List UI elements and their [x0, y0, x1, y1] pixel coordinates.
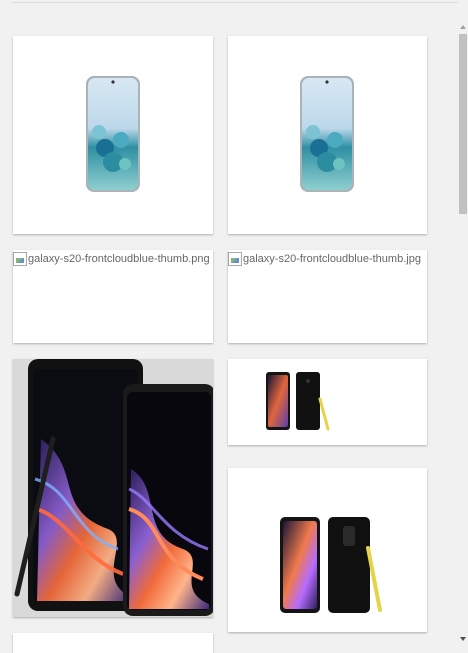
broken-image-icon	[13, 252, 27, 266]
broken-image: galaxy-s20-frontcloudblue-thumb.jpg	[228, 250, 427, 268]
gallery-item-s20-png[interactable]	[13, 36, 213, 234]
galaxy-s20-image	[86, 76, 140, 192]
gallery-item-note9-large[interactable]	[13, 359, 213, 617]
gallery-item-note9-medium[interactable]	[228, 468, 427, 632]
image-alt-text: galaxy-s20-frontcloudblue-thumb.png	[28, 253, 210, 265]
galaxy-s20-image	[300, 76, 354, 192]
gallery-item-broken-jpg[interactable]: galaxy-s20-frontcloudblue-thumb.jpg	[228, 250, 427, 343]
galaxy-note9-image	[266, 372, 330, 431]
scroll-up-arrow-icon[interactable]	[459, 22, 467, 32]
gallery-item-partial[interactable]	[13, 633, 213, 653]
gallery-item-note9-small[interactable]	[228, 359, 427, 445]
gallery-item-s20-jpg[interactable]	[228, 36, 427, 234]
broken-image-icon	[228, 252, 242, 266]
scrollbar-thumb[interactable]	[459, 34, 467, 214]
galaxy-note9-image	[280, 517, 382, 613]
gallery-item-broken-png[interactable]: galaxy-s20-frontcloudblue-thumb.png	[13, 250, 213, 343]
scroll-down-arrow-icon[interactable]	[459, 634, 467, 644]
top-divider	[12, 2, 458, 3]
image-alt-text: galaxy-s20-frontcloudblue-thumb.jpg	[243, 253, 421, 265]
broken-image: galaxy-s20-frontcloudblue-thumb.png	[13, 250, 213, 268]
galaxy-note9-image	[14, 359, 213, 616]
